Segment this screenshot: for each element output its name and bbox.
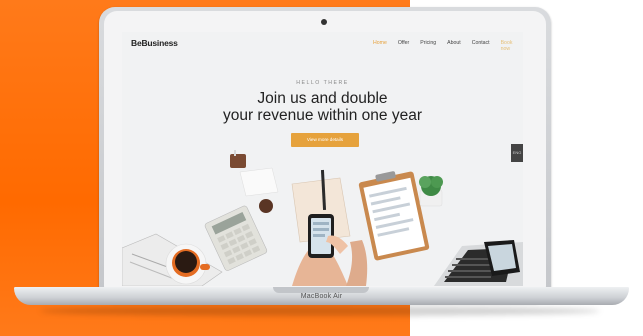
- camera-icon: [321, 19, 327, 25]
- nav-item-pricing[interactable]: Pricing: [420, 40, 436, 52]
- device-label: MacBook Air: [300, 293, 343, 300]
- site-nav: BeBusiness Home Offer Pricing About Cont…: [122, 32, 523, 56]
- headline-line-2: your revenue within one year: [222, 107, 423, 124]
- website-screen: BeBusiness Home Offer Pricing About Cont…: [122, 32, 523, 286]
- clipboard-image: [358, 171, 430, 261]
- nav-menu: Home Offer Pricing About Contact Book no…: [373, 40, 523, 52]
- site-logo[interactable]: BeBusiness: [131, 38, 178, 48]
- hero-headline: Join us and double your revenue within o…: [122, 90, 523, 124]
- view-details-button[interactable]: View more details: [291, 133, 359, 147]
- plant-image: [419, 176, 443, 207]
- laptop-shadow: [40, 306, 600, 316]
- headline-line-1: Join us and double: [257, 90, 388, 107]
- nav-item-home[interactable]: Home: [373, 40, 387, 52]
- nav-item-book-now[interactable]: Book now: [501, 40, 523, 52]
- nav-item-contact[interactable]: Contact: [472, 40, 490, 52]
- pen-holder-image: [230, 150, 279, 213]
- nav-item-about[interactable]: About: [447, 40, 461, 52]
- nav-item-offer[interactable]: Offer: [398, 40, 409, 52]
- desk-photo: [122, 150, 523, 286]
- calculator-image: [204, 205, 268, 271]
- laptop-photo-image: [434, 240, 523, 286]
- hero-eyebrow: HELLO THERE: [296, 80, 349, 86]
